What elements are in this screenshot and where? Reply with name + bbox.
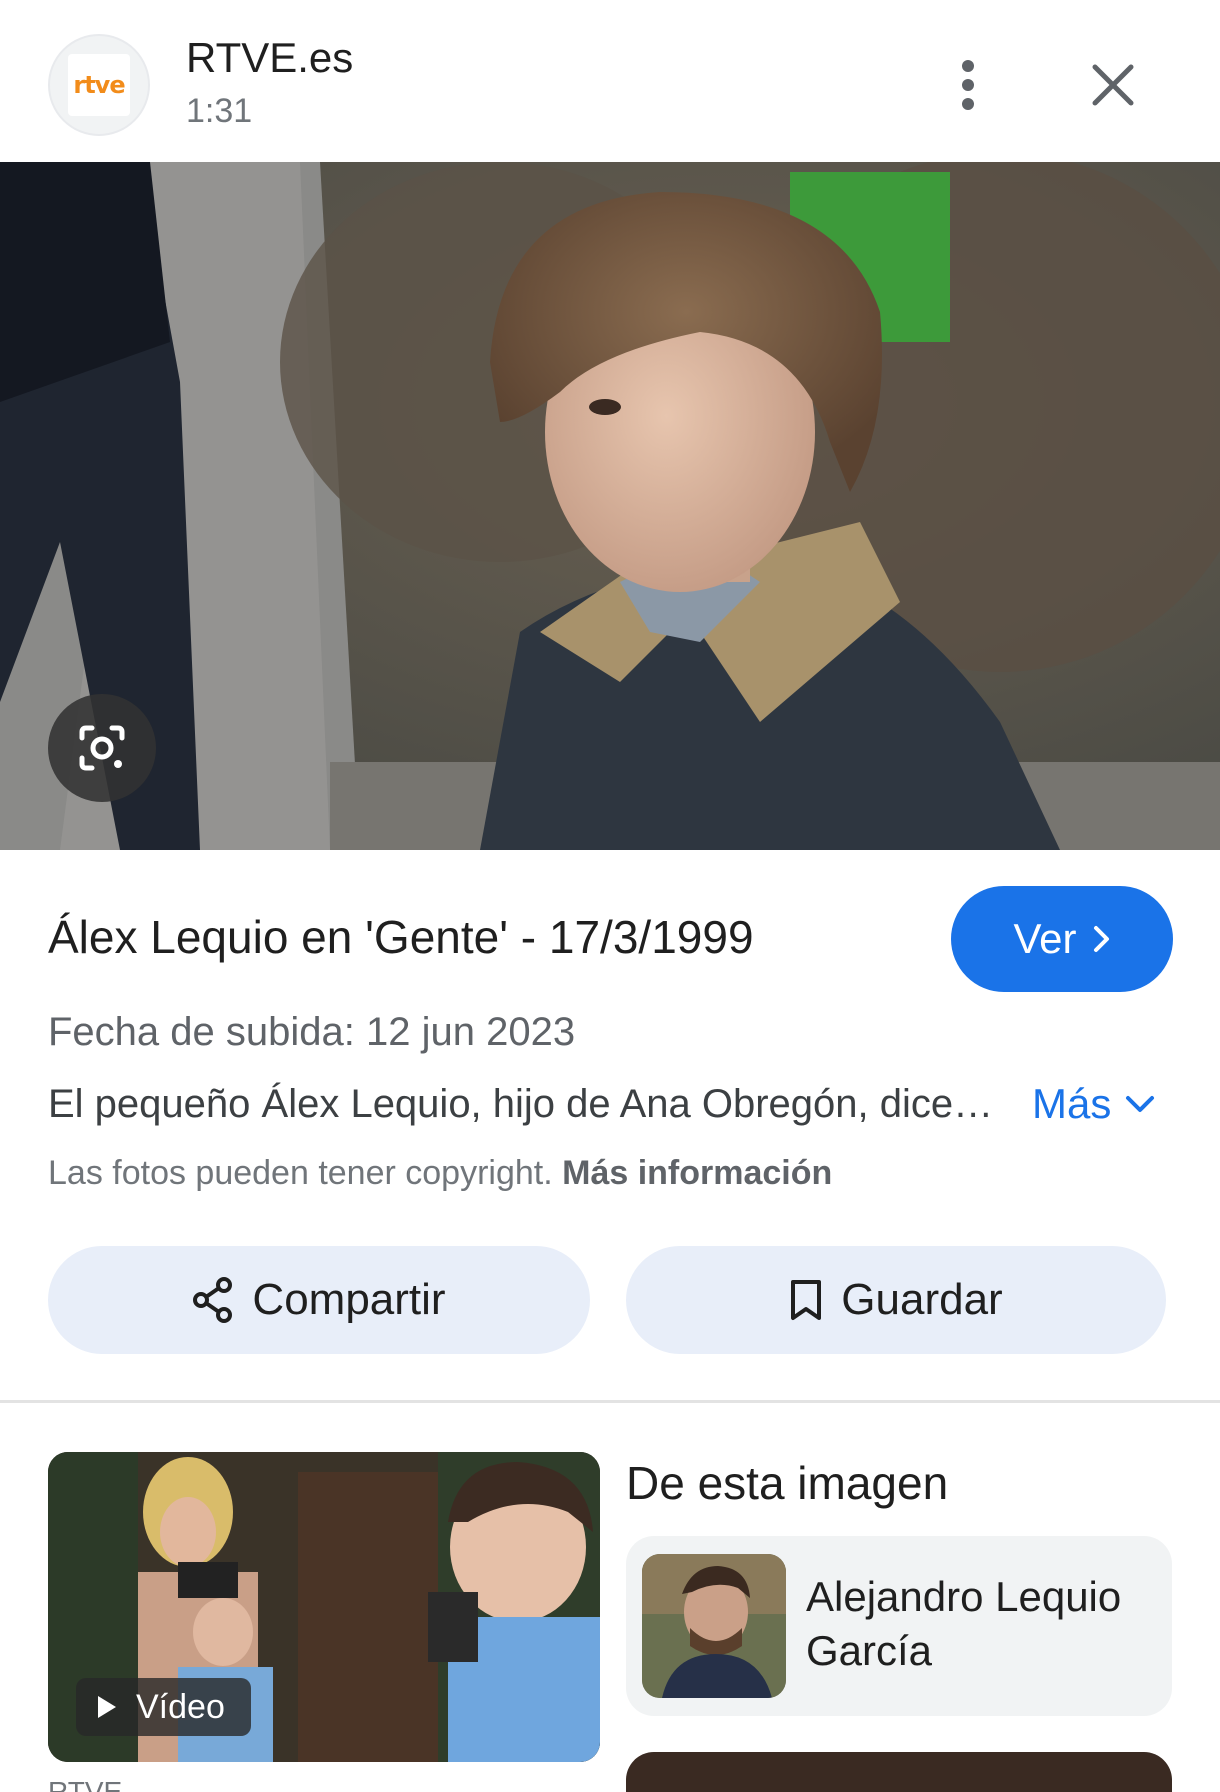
save-button[interactable]: Guardar — [626, 1246, 1166, 1354]
header: rtve RTVE.es 1:31 — [0, 0, 1220, 162]
close-button[interactable] — [1080, 52, 1146, 118]
chevron-right-icon — [1093, 926, 1109, 952]
description: El pequeño Álex Lequio, hijo de Ana Obre… — [48, 1082, 994, 1126]
source-logo[interactable]: rtve — [48, 34, 150, 136]
video-source: RTVE — [48, 1776, 123, 1792]
more-options-button[interactable] — [940, 50, 996, 120]
lens-search-button[interactable] — [48, 694, 156, 802]
play-icon — [98, 1696, 116, 1718]
video-badge-label: Vídeo — [136, 1687, 225, 1726]
site-name[interactable]: RTVE.es — [186, 34, 353, 82]
bookmark-icon — [791, 1280, 822, 1320]
boy-photo — [0, 162, 1220, 850]
video-badge: Vídeo — [76, 1678, 251, 1736]
view-button-label: Ver — [1013, 915, 1077, 962]
image-title: Álex Lequio en 'Gente' - 17/3/1999 — [48, 911, 754, 963]
section-title: De esta imagen — [626, 1457, 949, 1509]
share-icon — [193, 1277, 233, 1323]
entity-name: Alejandro Lequio García — [806, 1573, 1122, 1674]
entity-photo-image — [642, 1554, 786, 1698]
copyright-text: Las fotos pueden tener copyright. — [48, 1154, 553, 1192]
share-button[interactable]: Compartir — [48, 1246, 590, 1354]
share-label: Compartir — [252, 1275, 446, 1324]
save-label: Guardar — [841, 1275, 1003, 1324]
more-button-label: Más — [1032, 1080, 1112, 1127]
more-button[interactable]: Más — [1032, 1080, 1155, 1128]
upload-date: Fecha de subida: 12 jun 2023 — [48, 1010, 576, 1054]
second-entity-card[interactable] — [626, 1752, 1172, 1792]
logo-text: rtve — [73, 71, 125, 99]
copyright-notice: Las fotos pueden tener copyright. Más in… — [48, 1154, 832, 1193]
section-divider — [0, 1400, 1220, 1403]
related-video-thumbnail[interactable]: Vídeo — [48, 1452, 600, 1762]
google-lens-icon — [79, 725, 125, 771]
entity-photo — [642, 1554, 786, 1698]
entity-card[interactable]: Alejandro Lequio García — [626, 1536, 1172, 1716]
more-vert-icon — [962, 60, 974, 110]
video-duration: 1:31 — [186, 92, 253, 130]
close-icon — [1092, 64, 1134, 106]
chevron-down-icon — [1126, 1096, 1155, 1112]
more-info-link[interactable]: Más información — [562, 1154, 832, 1192]
view-button[interactable]: Ver — [951, 886, 1173, 992]
rtve-logo: rtve — [68, 54, 130, 116]
main-image[interactable] — [0, 162, 1220, 850]
